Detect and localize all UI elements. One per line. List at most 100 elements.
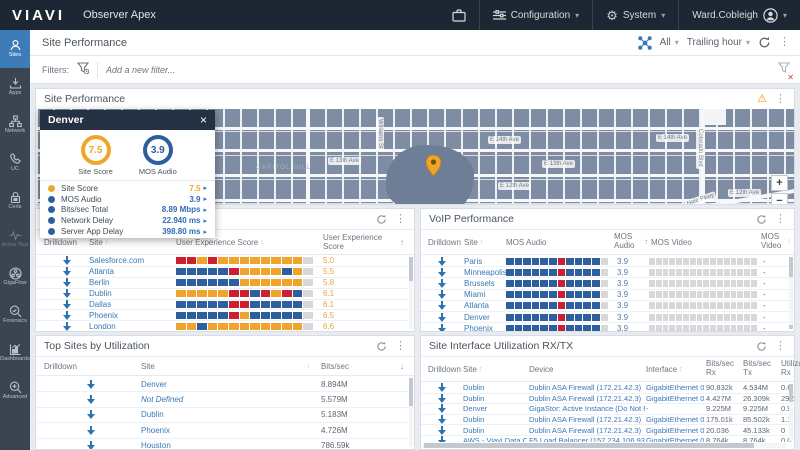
map-zoom-in-button[interactable]: + — [771, 175, 788, 191]
column-header-rx[interactable]: Bits/sec Rx — [706, 357, 740, 381]
kebab-menu-icon[interactable]: ⋮ — [395, 341, 406, 352]
device-link[interactable]: Dublin ASA Firewall (172.21.42.3) — [529, 415, 641, 424]
system-menu[interactable]: ⚙ System ▾ — [593, 0, 678, 30]
briefcase-button[interactable] — [439, 0, 479, 30]
drill-caret-icon[interactable]: ▸ — [203, 217, 207, 225]
scope-selector[interactable]: All ▾ — [660, 37, 679, 48]
user-menu[interactable]: Ward.Cobleigh ▾ — [679, 0, 800, 30]
column-header-mos-video[interactable]: MOS Video↕ — [761, 230, 791, 254]
drilldown-icon[interactable] — [438, 426, 446, 435]
interface-link[interactable]: GigabitEthernet 0/1 — [646, 436, 704, 442]
kebab-menu-icon[interactable]: ⋮ — [775, 214, 786, 225]
drilldown-icon[interactable] — [87, 395, 95, 404]
sidebar-item-advanced[interactable]: Advanced — [0, 372, 30, 410]
drilldown-icon[interactable] — [438, 383, 446, 392]
site-link[interactable]: Not Defined — [141, 395, 183, 404]
site-link[interactable]: Dublin — [463, 415, 484, 424]
popup-metric-row[interactable]: Site Score7.5▸ — [48, 183, 207, 194]
sidebar-item-forensics[interactable]: Forensics — [0, 296, 30, 334]
drilldown-icon[interactable] — [63, 278, 71, 287]
drilldown-icon[interactable] — [438, 415, 446, 424]
drill-caret-icon[interactable]: ▸ — [203, 228, 207, 236]
device-link[interactable]: Dublin ASA Firewall (172.21.42.3) — [529, 394, 641, 403]
drilldown-icon[interactable] — [63, 267, 71, 276]
sidebar-item-active-test[interactable]: Active Test — [0, 220, 30, 258]
drilldown-icon[interactable] — [63, 300, 71, 309]
site-link[interactable]: Phoenix — [141, 426, 170, 435]
column-header-site[interactable]: Site↕ — [463, 357, 482, 381]
drilldown-icon[interactable] — [63, 256, 71, 265]
site-link[interactable]: Dublin — [463, 383, 484, 392]
column-header-drilldown[interactable]: Drilldown — [44, 357, 77, 375]
sidebar-item-certs[interactable]: Certs — [0, 182, 30, 220]
site-link[interactable]: AWS - Viavi Data Center — [463, 436, 527, 442]
column-header-device[interactable]: Device↕ — [529, 357, 649, 381]
site-link[interactable]: Brussels — [464, 279, 495, 288]
topology-icon[interactable] — [638, 36, 652, 50]
add-filter-input[interactable] — [106, 65, 406, 75]
horizontal-scrollbar[interactable] — [422, 443, 786, 448]
interface-link[interactable]: GigabitEthernet 0/5 — [646, 415, 704, 424]
device-link[interactable]: F5 Load Balancer (157.234.106.93) — [529, 436, 645, 442]
site-link[interactable]: Atlanta — [89, 267, 114, 276]
column-header-drilldown[interactable]: Drilldown — [428, 230, 461, 254]
drilldown-icon[interactable] — [438, 268, 446, 277]
kebab-menu-icon[interactable]: ⋮ — [775, 94, 786, 105]
interface-link[interactable]: GigabitEthernet 0/9 — [646, 426, 704, 435]
site-link[interactable]: Dublin — [141, 410, 164, 419]
drill-caret-icon[interactable]: ▸ — [203, 184, 207, 192]
site-link[interactable]: London — [89, 322, 116, 331]
site-link[interactable]: Phoenix — [464, 324, 493, 331]
column-header-mos-audio-bar[interactable]: MOS Audio↕ — [506, 230, 628, 254]
column-header-mos-audio[interactable]: MOS Audio↑ — [614, 230, 648, 254]
close-icon[interactable]: × — [200, 114, 207, 126]
column-header-site[interactable]: Site↕ — [464, 230, 483, 254]
site-link[interactable]: Houston — [141, 441, 171, 449]
drilldown-icon[interactable] — [438, 404, 446, 413]
drilldown-icon[interactable] — [87, 426, 95, 435]
site-link[interactable]: Denver — [141, 380, 167, 389]
warning-icon[interactable]: ⚠ — [757, 94, 767, 105]
scrollbar[interactable] — [409, 257, 413, 329]
column-header-interface[interactable]: Interface↕ — [646, 357, 683, 381]
scrollbar[interactable] — [789, 257, 793, 329]
scrollbar-arrow[interactable] — [789, 325, 793, 329]
drilldown-icon[interactable] — [63, 289, 71, 298]
kebab-menu-icon[interactable]: ⋮ — [395, 214, 406, 225]
column-header-site[interactable]: Site↕ — [141, 357, 310, 375]
refresh-icon[interactable] — [376, 341, 387, 352]
column-header-drilldown[interactable]: Drilldown — [428, 357, 461, 381]
site-link[interactable]: Dublin — [89, 289, 112, 298]
sidebar-item-dashboards[interactable]: Dashboards — [0, 334, 30, 372]
drilldown-icon[interactable] — [438, 301, 446, 310]
kebab-menu-icon[interactable]: ⋮ — [779, 37, 790, 48]
site-link[interactable]: Denver — [463, 404, 487, 413]
drill-caret-icon[interactable]: ▸ — [203, 206, 207, 214]
map-pin-icon[interactable] — [426, 155, 441, 176]
scrollbar-thumb[interactable] — [409, 378, 413, 406]
site-link[interactable]: Phoenix — [89, 311, 118, 320]
refresh-icon[interactable] — [376, 214, 387, 225]
drilldown-icon[interactable] — [438, 313, 446, 322]
column-header-tx[interactable]: Bits/sec Tx — [743, 357, 777, 381]
drilldown-icon[interactable] — [438, 324, 446, 331]
scrollbar-thumb[interactable] — [789, 257, 793, 277]
sidebar-item-gigaflow[interactable]: GigaFlow — [0, 258, 30, 296]
site-link[interactable]: Miami — [464, 290, 485, 299]
drilldown-icon[interactable] — [438, 290, 446, 299]
drilldown-icon[interactable] — [438, 394, 446, 403]
kebab-menu-icon[interactable]: ⋮ — [775, 341, 786, 352]
scrollbar[interactable] — [789, 384, 793, 441]
sidebar-item-network[interactable]: Network — [0, 106, 30, 144]
filter-history-icon[interactable] — [77, 61, 89, 79]
scrollbar-thumb[interactable] — [424, 443, 754, 448]
column-header-ues-value[interactable]: User Experience Score↑ — [323, 230, 404, 254]
refresh-icon[interactable] — [756, 341, 767, 352]
device-link[interactable]: Dublin ASA Firewall (172.21.42.3) — [529, 426, 641, 435]
scrollbar[interactable] — [409, 378, 413, 447]
sidebar-item-apps[interactable]: Apps — [0, 68, 30, 106]
site-link[interactable]: Minneapolis — [464, 268, 507, 277]
drilldown-icon[interactable] — [438, 257, 446, 266]
drilldown-icon[interactable] — [63, 311, 71, 320]
column-header-util-rx[interactable]: Utiliza Rx — [781, 357, 795, 381]
